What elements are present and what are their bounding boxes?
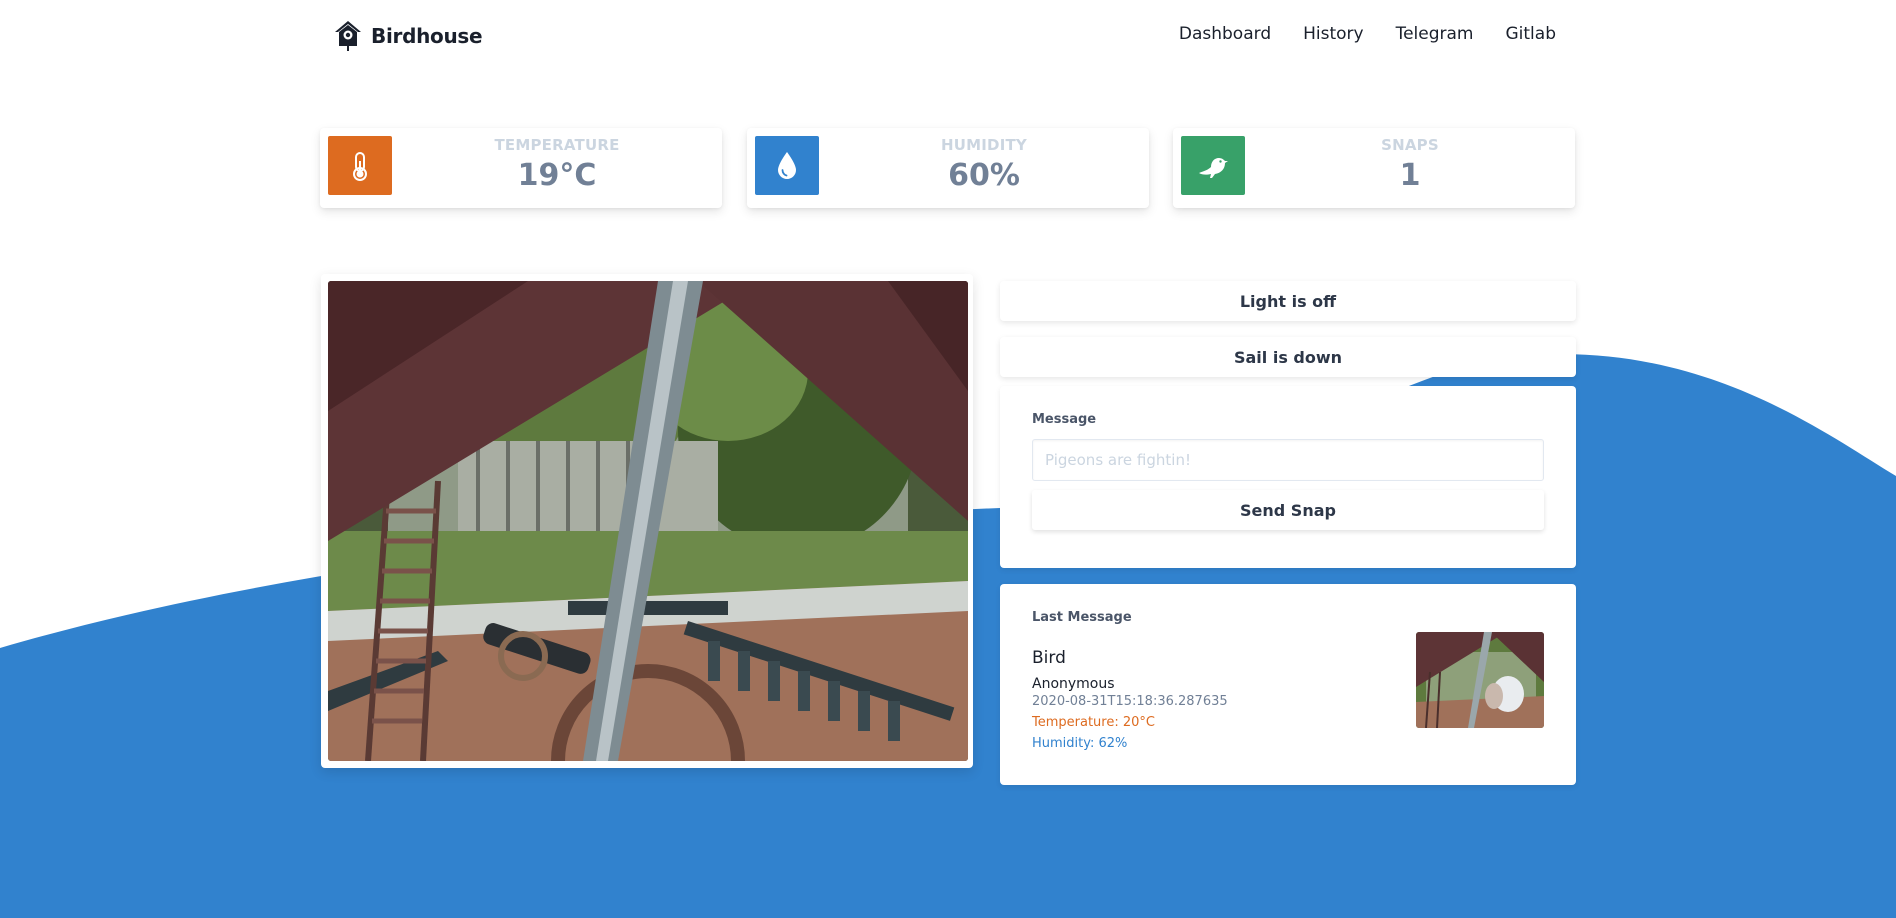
snaps-label: SNAPS — [1381, 136, 1439, 154]
brand-logo[interactable]: Birdhouse — [333, 19, 483, 53]
last-message-title: Bird — [1032, 648, 1066, 668]
humidity-label: HUMIDITY — [941, 136, 1027, 154]
nav-link-telegram[interactable]: Telegram — [1396, 24, 1474, 44]
nav-link-gitlab[interactable]: Gitlab — [1506, 24, 1557, 44]
temperature-card: TEMPERATURE 19°C — [320, 128, 722, 208]
last-message-panel: Last Message Bird Anonymous 2020-08-31T1… — [1000, 584, 1576, 785]
camera-feed-image — [328, 281, 968, 761]
brand-name: Birdhouse — [371, 24, 483, 48]
last-message-author: Anonymous — [1032, 676, 1115, 692]
message-label: Message — [1032, 412, 1097, 427]
last-message-humidity: Humidity: 62% — [1032, 736, 1128, 751]
snaps-card: SNAPS 1 — [1173, 128, 1575, 208]
message-input[interactable] — [1032, 439, 1544, 481]
send-snap-button[interactable]: Send Snap — [1032, 490, 1544, 530]
water-drop-icon — [755, 136, 819, 195]
message-form-panel: Message Send Snap — [1000, 386, 1576, 568]
sail-toggle-button[interactable]: Sail is down — [1000, 337, 1576, 377]
last-message-thumbnail[interactable] — [1416, 632, 1544, 728]
last-message-timestamp: 2020-08-31T15:18:36.287635 — [1032, 694, 1228, 709]
nav-link-history[interactable]: History — [1303, 24, 1363, 44]
camera-feed-card — [321, 274, 973, 768]
light-toggle-button[interactable]: Light is off — [1000, 281, 1576, 321]
last-message-label: Last Message — [1032, 610, 1132, 625]
thermometer-icon — [328, 136, 392, 195]
temperature-value: 19°C — [517, 158, 597, 193]
humidity-value: 60% — [948, 158, 1020, 193]
birdhouse-icon — [333, 20, 363, 52]
humidity-card: HUMIDITY 60% — [747, 128, 1149, 208]
nav-links: Dashboard History Telegram Gitlab — [1179, 24, 1556, 44]
temperature-label: TEMPERATURE — [494, 136, 620, 154]
snaps-value: 1 — [1399, 158, 1421, 193]
top-navbar: Birdhouse Dashboard History Telegram Git… — [0, 0, 1896, 74]
nav-link-dashboard[interactable]: Dashboard — [1179, 24, 1271, 44]
bird-icon — [1181, 136, 1245, 195]
last-message-temperature: Temperature: 20°C — [1032, 715, 1155, 730]
